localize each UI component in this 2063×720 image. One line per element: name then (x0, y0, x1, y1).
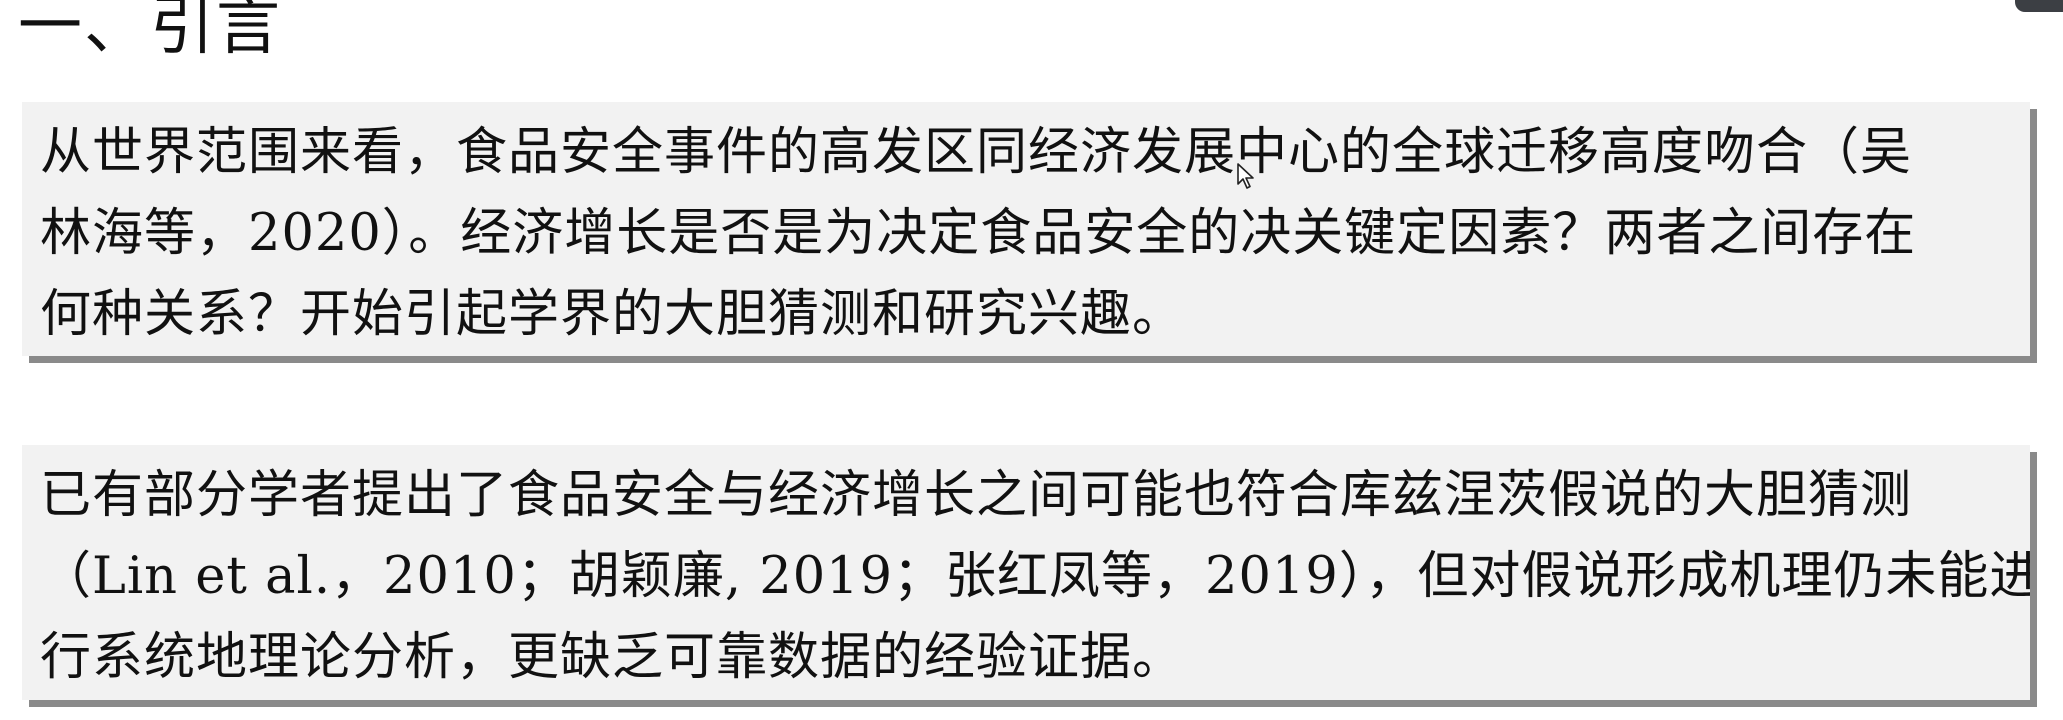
paragraph-1-line-2: 林海等，2020）。经济增长是否是为决定食品安全的决关键定因素？两者之间存在 (40, 204, 1917, 263)
paragraph-box-1: 从世界范围来看，食品安全事件的高发区同经济发展中心的全球迁移高度吻合（吴 林海等… (22, 102, 2030, 356)
paragraph-1-line-3: 何种关系？开始引起学界的大胆猜测和研究兴趣。 (40, 285, 1185, 344)
paragraph-2-line-1: 已有部分学者提出了食品安全与经济增长之间可能也符合库兹涅茨假说的大胆猜测 (40, 466, 1913, 525)
mouse-pointer-icon (1237, 163, 1254, 189)
window-corner-tab (2015, 0, 2063, 12)
paragraph-box-2: 已有部分学者提出了食品安全与经济增长之间可能也符合库兹涅茨假说的大胆猜测 （Li… (22, 445, 2030, 700)
paragraph-2-line-2: （Lin et al.，2010；胡颖廉, 2019；张红凤等，2019），但对… (40, 547, 2030, 606)
paragraph-1-line-1: 从世界范围来看，食品安全事件的高发区同经济发展中心的全球迁移高度吻合（吴 (40, 123, 1913, 182)
section-heading: 一、引言 (18, 0, 282, 64)
paragraph-2-line-3: 行系统地理论分析，更缺乏可靠数据的经验证据。 (40, 628, 1185, 687)
